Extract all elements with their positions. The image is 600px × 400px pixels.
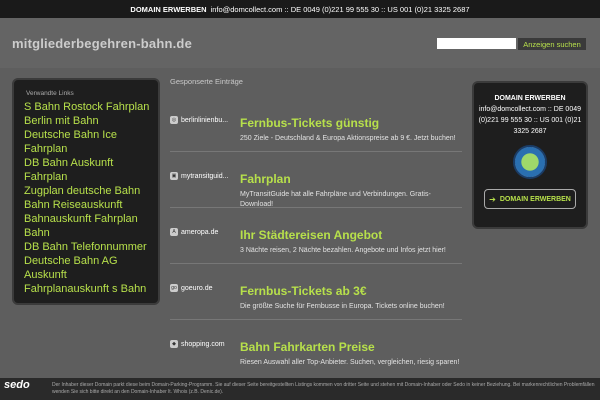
ad-title[interactable]: Fernbus-Tickets günstig xyxy=(240,116,379,130)
domain-purchase-panel: DOMAIN ERWERBEN info@domcollect.com :: D… xyxy=(472,81,588,229)
page-header: mitgliederbegehren-bahn.de Anzeigen such… xyxy=(0,18,600,68)
domain-purchase-title: DOMAIN ERWERBEN xyxy=(494,95,566,102)
ad-listing[interactable]: ◎ berlinlinienbu... Fernbus-Tickets güns… xyxy=(170,96,462,152)
trust-seal-icon xyxy=(513,145,547,179)
ad-domain-text: mytransitguid... xyxy=(181,172,229,180)
ad-domain[interactable]: ◆ shopping.com xyxy=(170,340,238,348)
domain-erwerben-button[interactable]: ➔ DOMAIN ERWERBEN xyxy=(484,189,576,209)
related-link[interactable]: Fahrplanauskunft s Bahn xyxy=(24,282,154,296)
domain-purchase-contact: info@domcollect.com :: DE 0049 (0)221 99… xyxy=(478,106,582,135)
search-ads-button[interactable]: Anzeigen suchen xyxy=(518,38,586,50)
search-input[interactable] xyxy=(437,38,516,49)
bus-icon: ▣ xyxy=(170,172,178,180)
related-link[interactable]: DB Bahn Telefonnummer xyxy=(24,240,154,254)
ad-title[interactable]: Bahn Fahrkarten Preise xyxy=(240,340,375,354)
globe-icon: ◎ xyxy=(170,116,178,124)
ad-domain-text: berlinlinienbu... xyxy=(181,116,229,124)
related-link[interactable]: Deutsche Bahn Ice Fahrplan xyxy=(24,128,154,156)
ad-domain-text: shopping.com xyxy=(181,340,225,348)
related-link[interactable]: Berlin mit Bahn xyxy=(24,114,154,128)
ad-description: Riesen Auswahl aller Top-Anbieter. Suche… xyxy=(240,359,460,366)
sponsored-listings: Gesponserte Einträge ◎ berlinlinienbu...… xyxy=(170,77,462,376)
ad-listing[interactable]: A ameropa.de Ihr Städtereisen Angebot 3 … xyxy=(170,208,462,264)
ad-description: Die größte Suche für Fernbusse in Europa… xyxy=(240,303,445,310)
related-links-panel: Verwandte Links S Bahn Rostock Fahrplan … xyxy=(12,78,160,305)
arrow-right-icon: ➔ xyxy=(489,194,496,204)
ad-description: 250 Ziele - Deutschland & Europa Aktions… xyxy=(240,135,456,142)
ad-listing[interactable]: ◆ shopping.com Bahn Fahrkarten Preise Ri… xyxy=(170,320,462,376)
site-title: mitgliederbegehren-bahn.de xyxy=(12,36,193,51)
domain-erwerben-button-label: DOMAIN ERWERBEN xyxy=(499,195,571,203)
ad-domain[interactable]: go goeuro.de xyxy=(170,284,238,292)
ad-domain-text: ameropa.de xyxy=(181,228,219,236)
shopping-icon: ◆ xyxy=(170,340,178,348)
sponsored-heading: Gesponserte Einträge xyxy=(170,77,243,86)
related-link[interactable]: Deutsche Bahn AG Auskunft xyxy=(24,254,154,282)
top-contact-bar: DOMAIN ERWERBEN info@domcollect.com :: D… xyxy=(0,0,600,18)
ad-title[interactable]: Fahrplan xyxy=(240,172,291,186)
related-link[interactable]: Bahnauskunft Fahrplan Bahn xyxy=(24,212,154,240)
ad-domain[interactable]: ◎ berlinlinienbu... xyxy=(170,116,238,124)
domain-erwerben-top-label: DOMAIN ERWERBEN xyxy=(130,4,207,14)
related-link[interactable]: S Bahn Rostock Fahrplan xyxy=(24,100,154,114)
go-icon: go xyxy=(170,284,178,292)
related-link[interactable]: Bahn Reiseauskunft xyxy=(24,198,154,212)
ad-domain[interactable]: A ameropa.de xyxy=(170,228,238,236)
ad-listing[interactable]: go goeuro.de Fernbus-Tickets ab 3€ Die g… xyxy=(170,264,462,320)
ad-description: MyTransitGuide hat alle Fahrpläne und Ve… xyxy=(240,191,431,208)
ad-description: 3 Nächte reisen, 2 Nächte bezahlen. Ange… xyxy=(240,247,446,254)
footer: sedo Der Inhaber dieser Domain parkt die… xyxy=(0,378,600,400)
ad-listing[interactable]: ▣ mytransitguid... Fahrplan MyTransitGui… xyxy=(170,152,462,208)
ad-domain-text: goeuro.de xyxy=(181,284,213,292)
top-contact-text: info@domcollect.com :: DE 0049 (0)221 99… xyxy=(210,4,470,14)
related-link[interactable]: DB Bahn Auskunft Fahrplan xyxy=(24,156,154,184)
sedo-logo: sedo xyxy=(4,379,30,391)
a-icon: A xyxy=(170,228,178,236)
related-links-heading: Verwandte Links xyxy=(26,90,74,97)
ad-title[interactable]: Fernbus-Tickets ab 3€ xyxy=(240,284,367,298)
related-link[interactable]: Zugplan deutsche Bahn xyxy=(24,184,154,198)
ad-domain[interactable]: ▣ mytransitguid... xyxy=(170,172,238,180)
ad-title[interactable]: Ihr Städtereisen Angebot xyxy=(240,228,382,242)
footer-disclaimer: Der Inhaber dieser Domain parkt diese be… xyxy=(52,382,595,395)
